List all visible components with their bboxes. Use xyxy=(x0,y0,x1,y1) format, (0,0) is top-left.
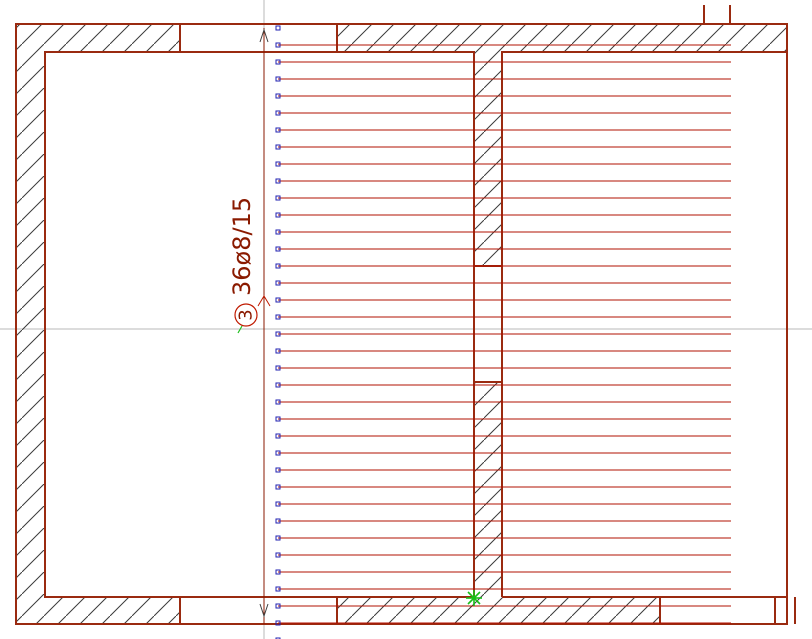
central-beam-lower xyxy=(474,382,502,597)
wall-hatch-group xyxy=(16,24,787,624)
bottom-wall-right xyxy=(337,597,660,624)
rebar-position-number: 3 xyxy=(236,309,257,320)
snap-star-icon[interactable] xyxy=(466,590,482,606)
left-wall xyxy=(16,24,45,624)
central-beam-upper xyxy=(474,52,502,266)
cad-drawing-canvas[interactable]: 3 36ø8/15 xyxy=(0,0,812,639)
top-wall-right xyxy=(337,24,787,52)
bottom-wall-left xyxy=(45,597,180,624)
bar-markers xyxy=(275,25,281,639)
bar-grip-marker[interactable] xyxy=(275,25,281,31)
wall-outlines xyxy=(15,5,796,625)
rebar-bars xyxy=(278,44,731,624)
rebar-label: 36ø8/15 xyxy=(228,197,256,296)
top-wall-left xyxy=(45,24,180,52)
